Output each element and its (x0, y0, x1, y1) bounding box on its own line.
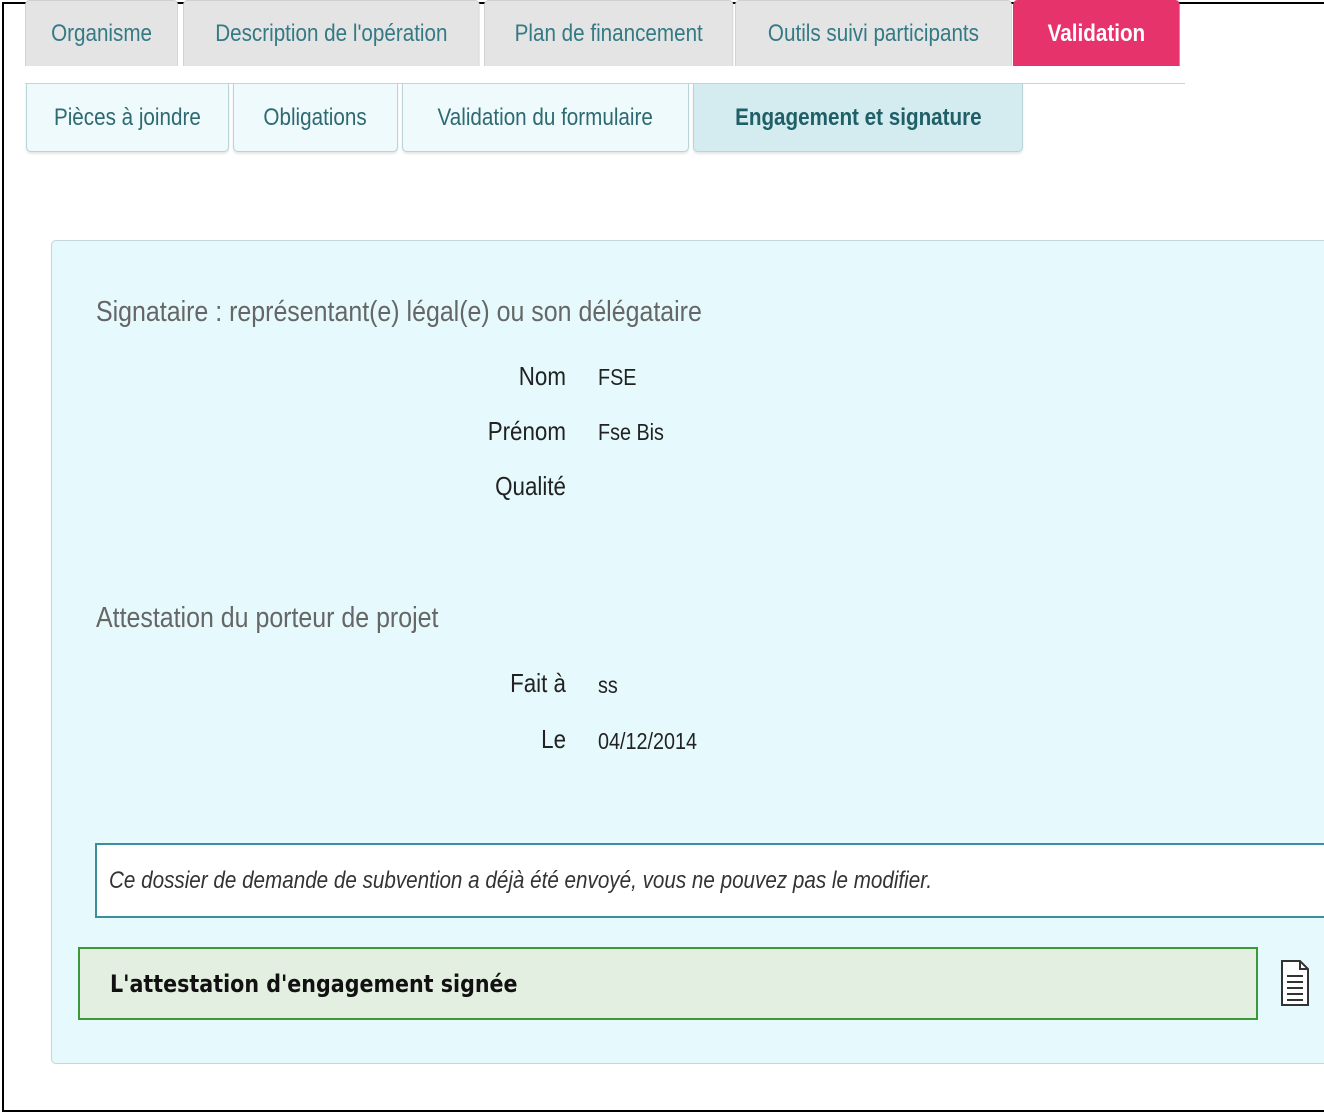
signed-attestation-box: L'attestation d'engagement signée (78, 947, 1258, 1020)
tab-label: Plan de financement (514, 19, 703, 47)
date-value: 04/12/2014 (598, 728, 698, 754)
tab-label: Validation (1047, 19, 1146, 47)
fait-a-value: ss (598, 672, 618, 698)
tab-label: Organisme (51, 19, 153, 47)
subtab-label: Pièces à joindre (54, 103, 201, 131)
signed-attestation-label: L'attestation d'engagement signée (110, 970, 518, 998)
date-label: Le (541, 724, 566, 754)
qualite-label: Qualité (495, 471, 566, 501)
subtab-label: Validation du formulaire (437, 103, 654, 131)
prenom-label: Prénom (487, 416, 566, 446)
tab-outils-suivi-participants[interactable]: Outils suivi participants (735, 0, 1012, 66)
nom-value: FSE (598, 364, 637, 390)
notice-text: Ce dossier de demande de subvention a dé… (109, 867, 933, 894)
signataire-title: Signataire : représentant(e) légal(e) ou… (96, 296, 702, 328)
tab-validation[interactable]: Validation (1013, 0, 1180, 66)
prenom-value: Fse Bis (598, 419, 664, 445)
tab-organisme[interactable]: Organisme (25, 0, 179, 66)
tab-label: Outils suivi participants (767, 19, 979, 47)
subtab-label: Obligations (263, 103, 368, 131)
nom-label: Nom (518, 361, 566, 391)
attestation-title: Attestation du porteur de projet (96, 602, 439, 634)
subtab-engagement-signature[interactable]: Engagement et signature (693, 84, 1023, 152)
document-icon[interactable] (1280, 960, 1310, 1006)
content-panel (51, 240, 1324, 1064)
subtab-pieces-a-joindre[interactable]: Pièces à joindre (26, 84, 229, 152)
fait-a-label: Fait à (510, 668, 566, 698)
subtab-validation-formulaire[interactable]: Validation du formulaire (402, 84, 689, 152)
tab-plan-financement[interactable]: Plan de financement (484, 0, 734, 66)
subtab-label: Engagement et signature (734, 103, 982, 131)
tab-description-operation[interactable]: Description de l'opération (183, 0, 480, 66)
subtab-obligations[interactable]: Obligations (233, 84, 398, 152)
sent-notice: Ce dossier de demande de subvention a dé… (95, 843, 1324, 918)
tab-label: Description de l'opération (215, 19, 448, 47)
